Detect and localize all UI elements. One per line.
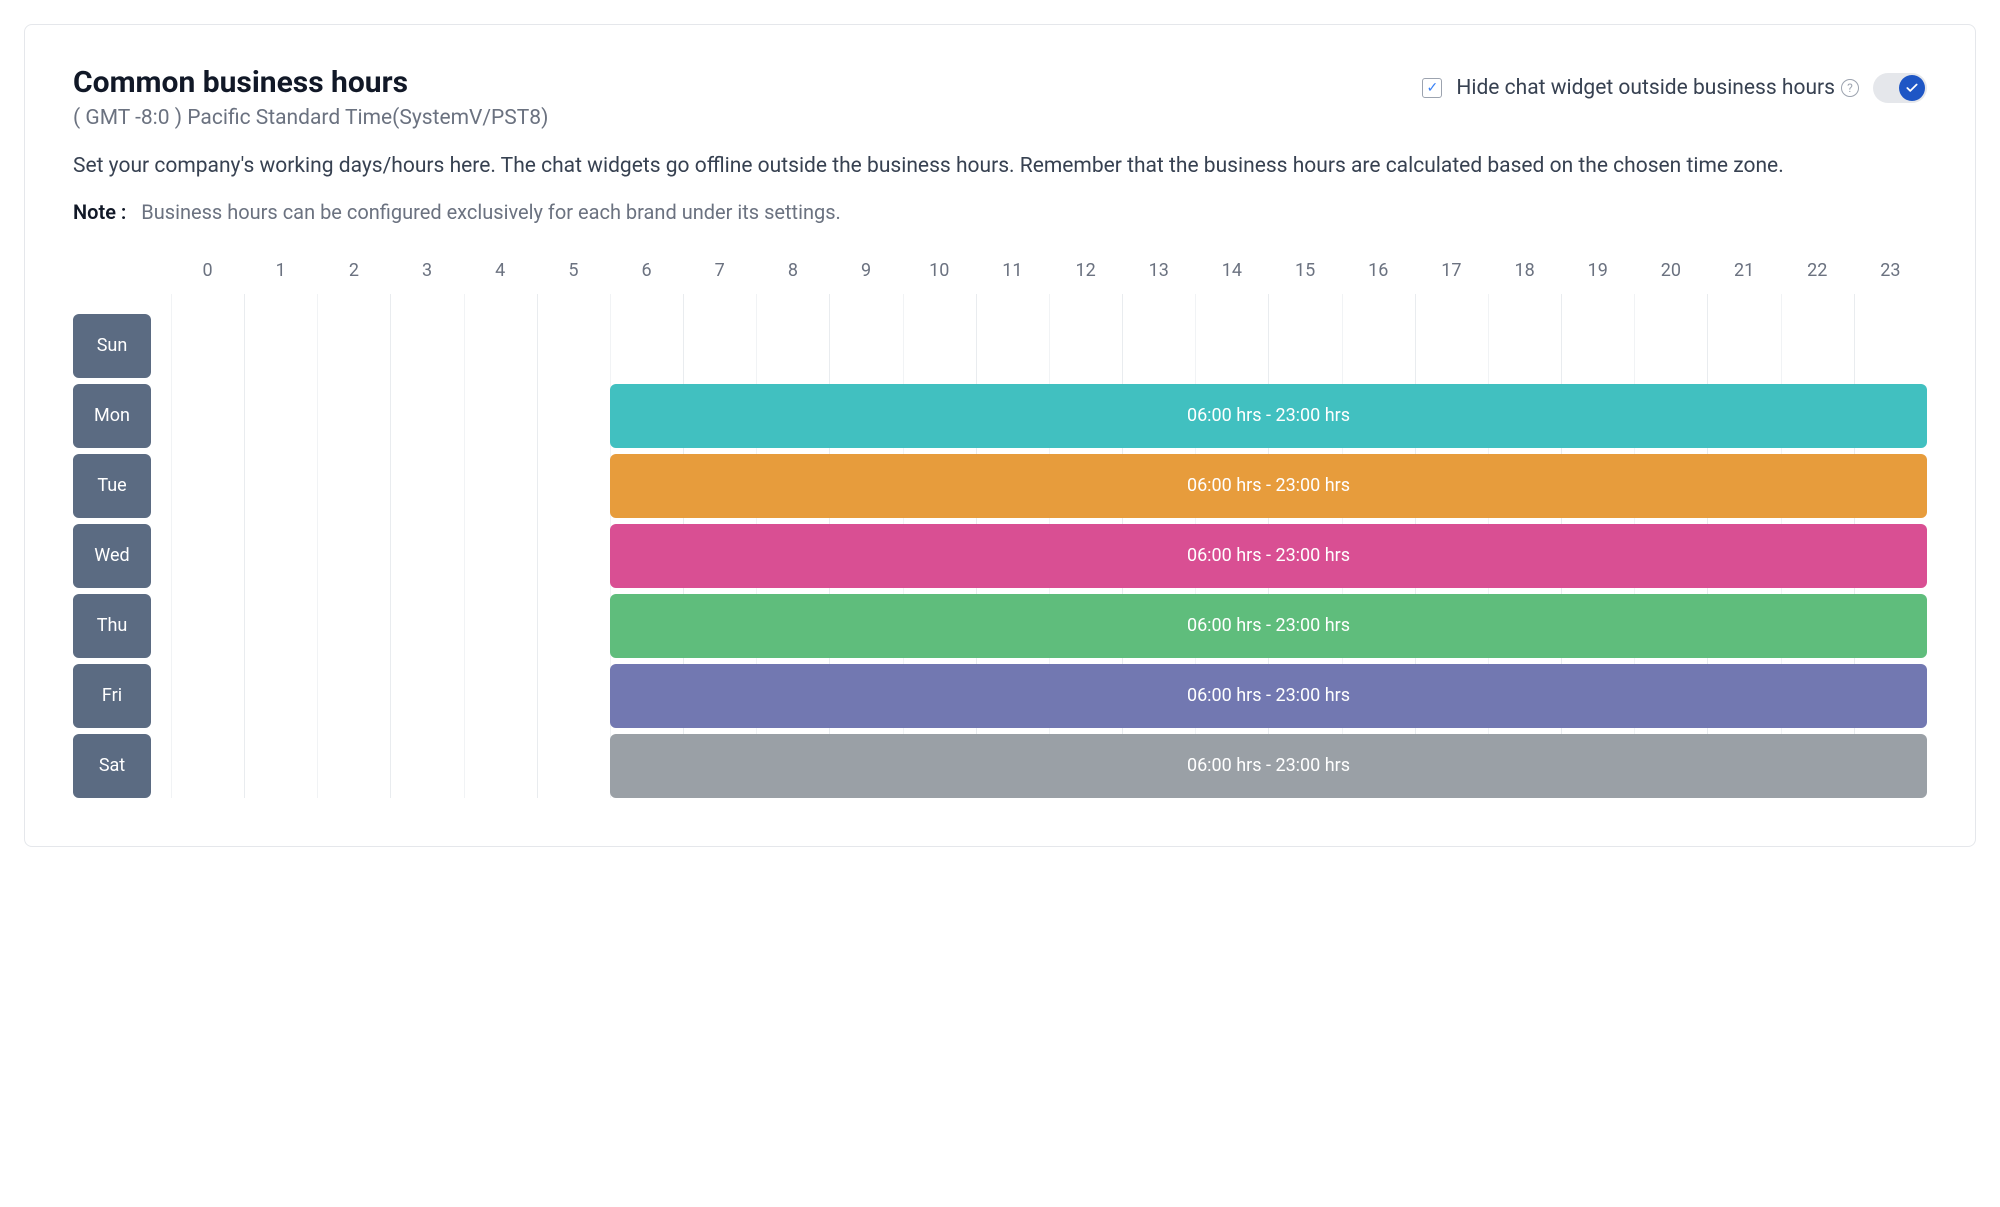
help-icon[interactable]: ? <box>1841 79 1859 97</box>
business-hours-card: Common business hours ( GMT -8:0 ) Pacif… <box>24 24 1976 847</box>
schedule-row: 06:00 hrs - 23:00 hrs <box>171 524 1927 588</box>
hour-tick: 13 <box>1122 260 1195 294</box>
schedule-rows: 06:00 hrs - 23:00 hrs06:00 hrs - 23:00 h… <box>171 314 1927 798</box>
chart-column: 01234567891011121314151617181920212223 0… <box>171 260 1927 798</box>
hours-bar-mon[interactable]: 06:00 hrs - 23:00 hrs <box>610 384 1927 448</box>
hour-tick: 16 <box>1342 260 1415 294</box>
hour-tick: 4 <box>464 260 537 294</box>
hour-tick: 2 <box>317 260 390 294</box>
hour-tick: 10 <box>903 260 976 294</box>
hour-tick: 15 <box>1268 260 1341 294</box>
hours-bar-thu[interactable]: 06:00 hrs - 23:00 hrs <box>610 594 1927 658</box>
timezone-label: ( GMT -8:0 ) Pacific Standard Time(Syste… <box>73 106 548 130</box>
hour-tick: 12 <box>1049 260 1122 294</box>
day-label-fri[interactable]: Fri <box>73 664 151 728</box>
day-label-thu[interactable]: Thu <box>73 594 151 658</box>
hour-tick: 20 <box>1634 260 1707 294</box>
hour-tick: 1 <box>244 260 317 294</box>
hour-tick: 19 <box>1561 260 1634 294</box>
schedule-row <box>171 314 1927 378</box>
hours-bar-sat[interactable]: 06:00 hrs - 23:00 hrs <box>610 734 1927 798</box>
note-text: Business hours can be configured exclusi… <box>141 200 841 224</box>
schedule-row: 06:00 hrs - 23:00 hrs <box>171 734 1927 798</box>
hide-widget-label: Hide chat widget outside business hours … <box>1456 76 1859 100</box>
hours-axis: 01234567891011121314151617181920212223 <box>171 260 1927 294</box>
note-row: Note : Business hours can be configured … <box>73 200 1927 224</box>
hour-tick: 23 <box>1854 260 1927 294</box>
description-text: Set your company's working days/hours he… <box>73 150 1927 184</box>
hour-tick: 6 <box>610 260 683 294</box>
header-row: Common business hours ( GMT -8:0 ) Pacif… <box>73 65 1927 130</box>
hour-tick: 22 <box>1781 260 1854 294</box>
enable-toggle[interactable] <box>1873 73 1927 103</box>
hours-bar-fri[interactable]: 06:00 hrs - 23:00 hrs <box>610 664 1927 728</box>
hour-tick: 17 <box>1415 260 1488 294</box>
page-title: Common business hours <box>73 65 548 100</box>
hour-tick: 5 <box>537 260 610 294</box>
hour-tick: 21 <box>1707 260 1780 294</box>
day-label-mon[interactable]: Mon <box>73 384 151 448</box>
hide-widget-checkbox[interactable] <box>1422 78 1442 98</box>
hours-bar-tue[interactable]: 06:00 hrs - 23:00 hrs <box>610 454 1927 518</box>
day-column: SunMonTueWedThuFriSat <box>73 314 151 798</box>
hour-tick: 9 <box>829 260 902 294</box>
schedule-row: 06:00 hrs - 23:00 hrs <box>171 664 1927 728</box>
timeline-container: SunMonTueWedThuFriSat 012345678910111213… <box>73 260 1927 798</box>
hour-tick: 7 <box>683 260 756 294</box>
day-label-sun[interactable]: Sun <box>73 314 151 378</box>
day-label-sat[interactable]: Sat <box>73 734 151 798</box>
hide-widget-label-text: Hide chat widget outside business hours <box>1456 76 1835 100</box>
check-icon <box>1899 75 1925 101</box>
day-label-tue[interactable]: Tue <box>73 454 151 518</box>
hour-tick: 18 <box>1488 260 1561 294</box>
hour-tick: 8 <box>756 260 829 294</box>
schedule-row: 06:00 hrs - 23:00 hrs <box>171 454 1927 518</box>
schedule-row: 06:00 hrs - 23:00 hrs <box>171 384 1927 448</box>
hour-tick: 0 <box>171 260 244 294</box>
day-label-wed[interactable]: Wed <box>73 524 151 588</box>
note-label: Note : <box>73 200 126 224</box>
title-block: Common business hours ( GMT -8:0 ) Pacif… <box>73 65 548 130</box>
right-controls: Hide chat widget outside business hours … <box>1422 65 1927 103</box>
hours-bar-wed[interactable]: 06:00 hrs - 23:00 hrs <box>610 524 1927 588</box>
hour-tick: 11 <box>976 260 1049 294</box>
hour-tick: 14 <box>1195 260 1268 294</box>
schedule-row: 06:00 hrs - 23:00 hrs <box>171 594 1927 658</box>
hour-tick: 3 <box>390 260 463 294</box>
